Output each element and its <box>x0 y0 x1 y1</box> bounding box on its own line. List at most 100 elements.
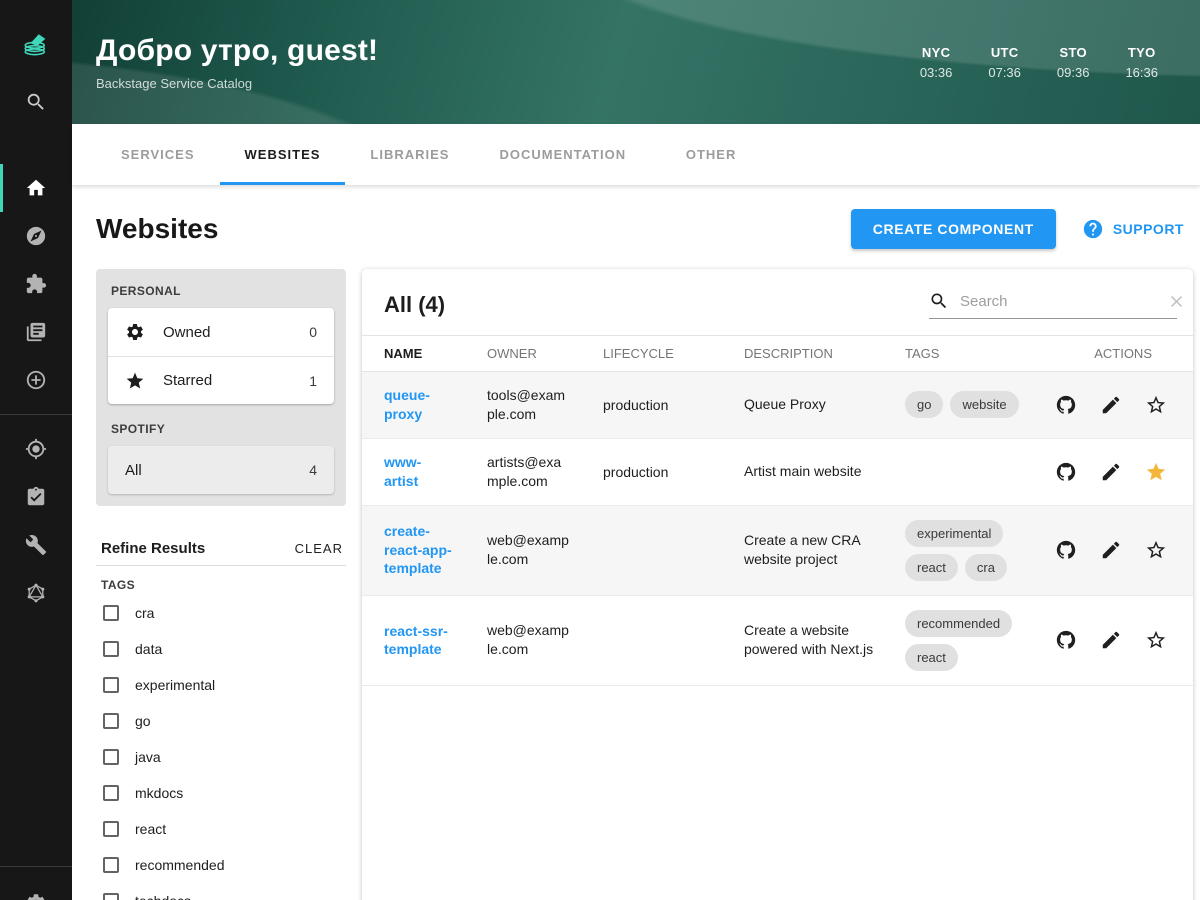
github-icon[interactable] <box>1055 461 1077 483</box>
sidebar-bottom-settings[interactable] <box>0 866 72 900</box>
clock-time: 07:36 <box>988 64 1021 80</box>
table-row: react-ssr-template web@example.com Creat… <box>362 596 1193 686</box>
checkbox-unchecked[interactable] <box>103 857 119 873</box>
clock-utc: UTC 07:36 <box>988 45 1021 80</box>
entity-name-cell: react-ssr-template <box>384 622 487 659</box>
entity-name-cell: queue-proxy <box>384 386 487 423</box>
tag-chip: react <box>905 553 958 581</box>
refine-header: Refine Results CLEAR <box>96 532 346 566</box>
page-actions: CREATE COMPONENT SUPPORT <box>850 209 1184 249</box>
sidebar-item-clipboard-check-icon[interactable] <box>0 473 72 521</box>
tag-filter-experimental[interactable]: experimental <box>96 667 346 703</box>
entity-link[interactable]: create-react-app-template <box>384 522 454 577</box>
actions-cell <box>1055 394 1179 416</box>
tag-filter-recommended[interactable]: recommended <box>96 847 346 883</box>
tab-other[interactable]: OTHER <box>651 124 771 185</box>
tag-chip: cra <box>964 553 1007 581</box>
entity-link[interactable]: queue-proxy <box>384 386 454 423</box>
clock-tyo: TYO 16:36 <box>1125 45 1158 80</box>
tag-filter-label: experimental <box>135 677 216 693</box>
checkbox-unchecked[interactable] <box>103 893 119 900</box>
actions-cell <box>1055 539 1179 561</box>
tab-services[interactable]: SERVICES <box>96 124 220 185</box>
column-header-lifecycle[interactable]: LIFECYCLE <box>603 346 744 361</box>
sidebar-item-wrench-icon[interactable] <box>0 521 72 569</box>
filters-panel: PERSONAL Owned 0 Starred 1 SPOTIFY All 4… <box>96 269 346 900</box>
filter-item-all[interactable]: All 4 <box>108 446 334 494</box>
help-icon <box>1082 218 1104 240</box>
clock-label: UTC <box>990 44 1019 60</box>
greeting-title: Добро утро, guest! <box>96 33 379 67</box>
tag-filter-go[interactable]: go <box>96 703 346 739</box>
support-button[interactable]: SUPPORT <box>1082 218 1184 240</box>
actions-cell <box>1055 629 1179 651</box>
table-row: queue-proxy tools@example.com production… <box>362 372 1193 439</box>
sidebar-item-puzzle-icon[interactable] <box>0 260 72 308</box>
github-icon[interactable] <box>1055 629 1077 651</box>
tab-websites[interactable]: WEBSITES <box>219 124 346 185</box>
column-header-tags[interactable]: TAGS <box>905 346 1055 361</box>
table-search-input[interactable] <box>960 292 1159 310</box>
sidebar-search-icon[interactable] <box>0 78 72 126</box>
filter-item-owned[interactable]: Owned 0 <box>108 308 334 356</box>
tag-filter-label: react <box>135 821 167 837</box>
sidebar-item-home-icon[interactable] <box>0 164 72 212</box>
filter-item-starred[interactable]: Starred 1 <box>108 356 334 404</box>
star-icon[interactable] <box>1145 461 1167 483</box>
edit-icon[interactable] <box>1100 629 1122 651</box>
refine-title: Refine Results <box>101 540 206 557</box>
tag-filter-data[interactable]: data <box>96 631 346 667</box>
description-cell: Create a website powered with Next.js <box>744 622 874 658</box>
entity-link[interactable]: www-artist <box>384 453 454 490</box>
sidebar-item-graphql-icon[interactable] <box>0 569 72 617</box>
column-header-owner[interactable]: OWNER <box>487 346 603 361</box>
spotify-label: SPOTIFY <box>111 422 166 436</box>
create-component-button[interactable]: CREATE COMPONENT <box>850 209 1056 249</box>
checkbox-unchecked[interactable] <box>103 677 119 693</box>
sidebar-item-add-circle-icon[interactable] <box>0 356 72 404</box>
star-outline-icon[interactable] <box>1145 394 1167 416</box>
star-outline-icon[interactable] <box>1145 629 1167 651</box>
checkbox-unchecked[interactable] <box>103 821 119 837</box>
backstage-logo[interactable] <box>0 8 72 78</box>
tag-filter-java[interactable]: java <box>96 739 346 775</box>
tag-filter-techdocs[interactable]: techdocs <box>96 883 346 900</box>
column-header-name[interactable]: NAME <box>384 346 487 361</box>
column-header-actions[interactable]: ACTIONS <box>1055 346 1179 361</box>
table-row: create-react-app-template web@example.co… <box>362 505 1193 596</box>
entity-link[interactable]: react-ssr-template <box>384 622 454 659</box>
github-icon[interactable] <box>1055 539 1077 561</box>
tag-filter-mkdocs[interactable]: mkdocs <box>96 775 346 811</box>
description-cell: Queue Proxy <box>744 396 826 413</box>
sidebar-item-my-location-icon[interactable] <box>0 425 72 473</box>
tag-filter-cra[interactable]: cra <box>96 595 346 631</box>
checkbox-unchecked[interactable] <box>103 641 119 657</box>
edit-icon[interactable] <box>1100 461 1122 483</box>
starred-label: Starred <box>163 372 213 389</box>
edit-icon[interactable] <box>1100 539 1122 561</box>
clear-search-icon[interactable] <box>1167 292 1186 311</box>
checkbox-unchecked[interactable] <box>103 605 119 621</box>
tab-documentation[interactable]: DOCUMENTATION <box>474 124 651 185</box>
tab-libraries[interactable]: LIBRARIES <box>345 124 474 185</box>
sidebar-item-library-icon[interactable] <box>0 308 72 356</box>
column-header-description[interactable]: DESCRIPTION <box>744 346 905 361</box>
sidebar-item-compass-icon[interactable] <box>0 212 72 260</box>
tag-filter-label: go <box>135 713 151 729</box>
tags-checkbox-list: cra data experimental go java mkdocs rea… <box>96 595 346 900</box>
checkbox-unchecked[interactable] <box>103 713 119 729</box>
checkbox-unchecked[interactable] <box>103 749 119 765</box>
edit-icon[interactable] <box>1100 394 1122 416</box>
tag-filter-label: java <box>135 749 161 765</box>
tag-chip: experimental <box>905 519 1004 547</box>
checkbox-unchecked[interactable] <box>103 785 119 801</box>
star-outline-icon[interactable] <box>1145 539 1167 561</box>
tags-cell: experimental react cra <box>905 519 1019 581</box>
clock-label: NYC <box>921 44 951 60</box>
page-title: Websites <box>96 213 219 244</box>
clear-filters-button[interactable]: CLEAR <box>295 541 343 556</box>
page-header: Добро утро, guest! Backstage Service Cat… <box>72 0 1200 124</box>
github-icon[interactable] <box>1055 394 1077 416</box>
sidebar-nav-primary <box>0 164 72 404</box>
tag-filter-react[interactable]: react <box>96 811 346 847</box>
